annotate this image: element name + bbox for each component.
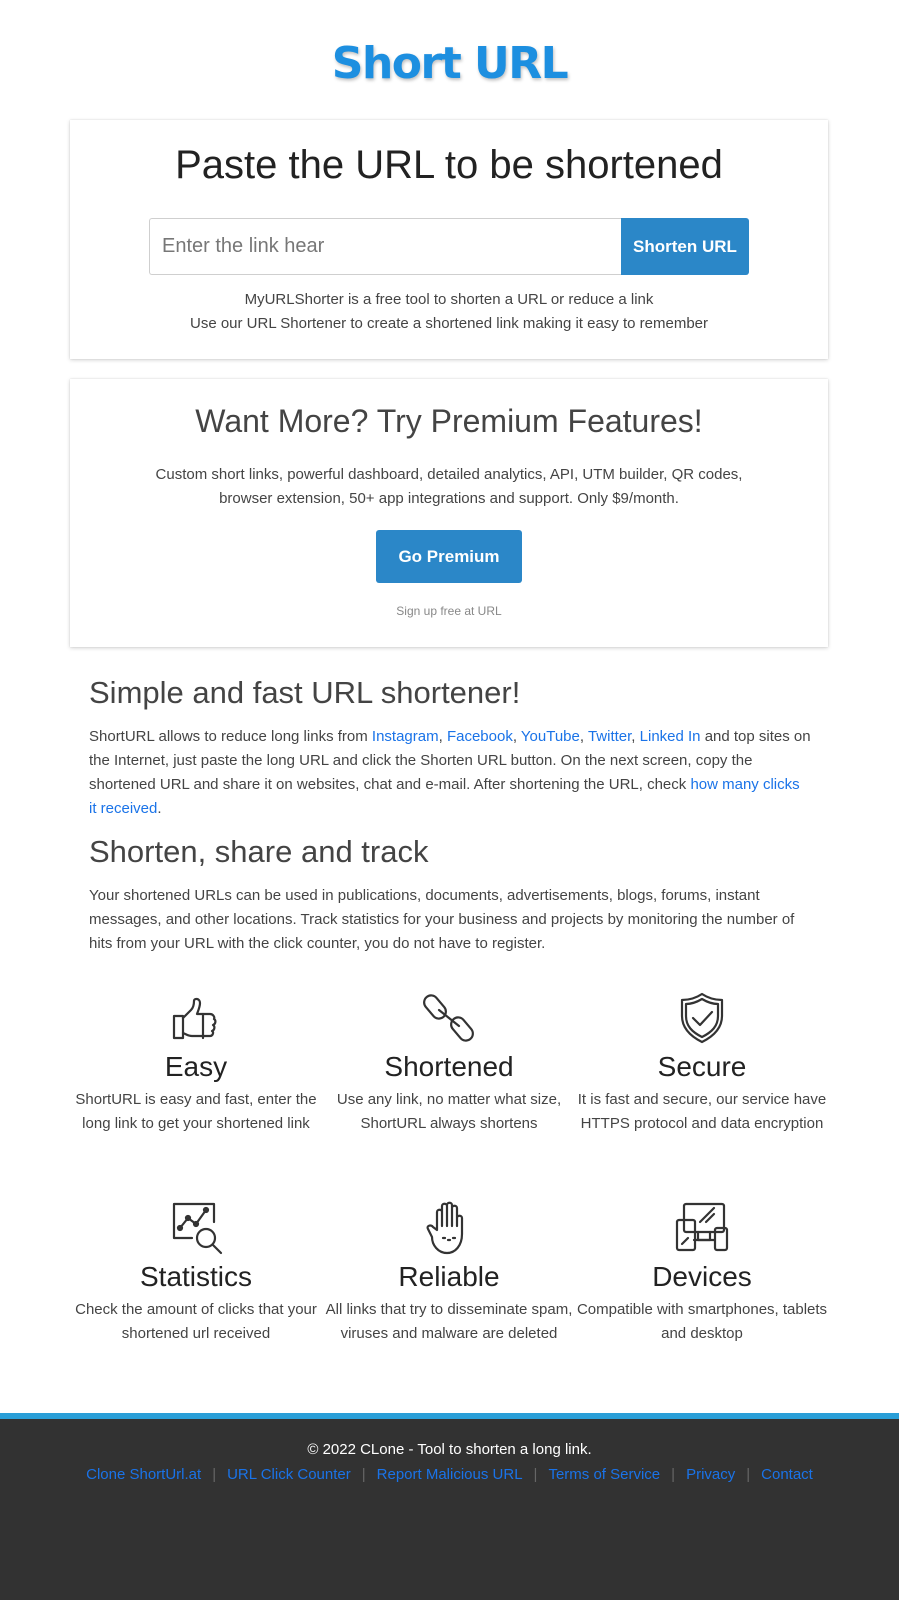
shorten-url-button[interactable]: Shorten URL	[621, 218, 749, 275]
go-premium-button[interactable]: Go Premium	[376, 530, 522, 583]
copyright-text: © 2022 CLone - Tool to shorten a long li…	[307, 1441, 592, 1458]
feature-title: Shortened	[384, 1051, 514, 1082]
premium-description: Custom short links, powerful dashboard, …	[155, 466, 743, 507]
link-facebook[interactable]: Facebook	[447, 728, 513, 745]
feature-shortened: Shortened Use any link, no matter what s…	[323, 990, 575, 1136]
premium-card: Want More? Try Premium Features! Custom …	[70, 379, 828, 647]
signup-text[interactable]: Sign up free at URL	[70, 604, 828, 618]
shorten-desc-line1: MyURLShorter is a free tool to shorten a…	[244, 291, 654, 308]
feature-reliable: Reliable All links that try to dissemina…	[323, 1200, 575, 1346]
shorten-title: Paste the URL to be shortened	[175, 143, 723, 187]
footer-separator: |	[671, 1466, 676, 1483]
footer-link-clone-shorturl[interactable]: Clone ShortUrl.at	[86, 1466, 201, 1483]
footer-link-contact[interactable]: Contact	[761, 1466, 813, 1483]
link-twitter[interactable]: Twitter	[588, 728, 631, 745]
article-paragraph: ShortURL allows to reduce long links fro…	[89, 725, 811, 821]
link-youtube[interactable]: YouTube	[521, 728, 580, 745]
footer-link-click-counter[interactable]: URL Click Counter	[227, 1466, 351, 1483]
shield-check-icon	[680, 992, 724, 1044]
statistics-icon	[172, 1202, 223, 1255]
devices-icon	[675, 1202, 729, 1252]
separator: ,	[438, 728, 447, 745]
article-title: Shorten, share and track	[89, 834, 429, 869]
thumbs-up-icon	[172, 997, 217, 1040]
site-logo[interactable]: Short URL	[0, 38, 899, 98]
feature-secure: Secure It is fast and secure, our servic…	[576, 990, 828, 1136]
feature-description: All links that try to disseminate spam, …	[325, 1301, 573, 1342]
article-paragraph: Your shortened URLs can be used in publi…	[89, 887, 795, 952]
feature-description: Use any link, no matter what size, Short…	[336, 1091, 562, 1132]
chain-link-icon	[423, 994, 474, 1042]
separator: ,	[631, 728, 640, 745]
feature-description: ShortURL is easy and fast, enter the lon…	[75, 1091, 317, 1132]
footer-separator: |	[746, 1466, 751, 1483]
footer-separator: |	[533, 1466, 538, 1483]
feature-title: Devices	[652, 1261, 752, 1292]
footer-link-privacy[interactable]: Privacy	[686, 1466, 735, 1483]
separator: ,	[512, 728, 521, 745]
feature-title: Reliable	[398, 1261, 500, 1292]
url-input[interactable]	[149, 218, 621, 275]
feature-description: Compatible with smartphones, tablets and…	[576, 1301, 828, 1342]
separator: ,	[579, 728, 588, 745]
feature-description: It is fast and secure, our service have …	[577, 1091, 827, 1132]
feature-title: Easy	[164, 1051, 228, 1082]
article-text: ShortURL allows to reduce long links fro…	[89, 728, 372, 745]
feature-easy: Easy ShortURL is easy and fast, enter th…	[70, 990, 322, 1136]
raised-hand-icon	[426, 1201, 464, 1255]
feature-devices: Devices Compatible with smartphones, tab…	[576, 1200, 828, 1346]
article-title: Simple and fast URL shortener!	[89, 675, 521, 710]
feature-title: Secure	[657, 1051, 747, 1082]
shorten-card: Paste the URL to be shortened Shorten UR…	[70, 120, 828, 359]
shorten-description: MyURLShorter is a free tool to shorten a…	[70, 288, 828, 336]
footer-link-report-malicious[interactable]: Report Malicious URL	[377, 1466, 523, 1483]
feature-description: Check the amount of clicks that your sho…	[75, 1301, 317, 1342]
article-simple-fast: Simple and fast URL shortener! ShortURL …	[89, 675, 811, 821]
link-instagram[interactable]: Instagram	[372, 728, 439, 745]
article-share-track: Shorten, share and track Your shortened …	[89, 834, 811, 956]
feature-statistics: Statistics Check the amount of clicks th…	[70, 1200, 322, 1346]
shorten-desc-line2: Use our URL Shortener to create a shorte…	[189, 315, 709, 332]
footer-links: Clone ShortUrl.at | URL Click Counter | Repo…	[0, 1466, 899, 1483]
article-text: .	[157, 800, 162, 817]
footer: © 2022 CLone - Tool to shorten a long li…	[0, 1419, 899, 1600]
premium-title: Want More? Try Premium Features!	[195, 403, 703, 439]
feature-title: Statistics	[139, 1261, 253, 1292]
footer-separator: |	[212, 1466, 217, 1483]
footer-link-terms[interactable]: Terms of Service	[548, 1466, 660, 1483]
footer-separator: |	[361, 1466, 366, 1483]
shorten-form: Shorten URL	[149, 218, 749, 275]
link-linkedin[interactable]: Linked In	[640, 728, 701, 745]
